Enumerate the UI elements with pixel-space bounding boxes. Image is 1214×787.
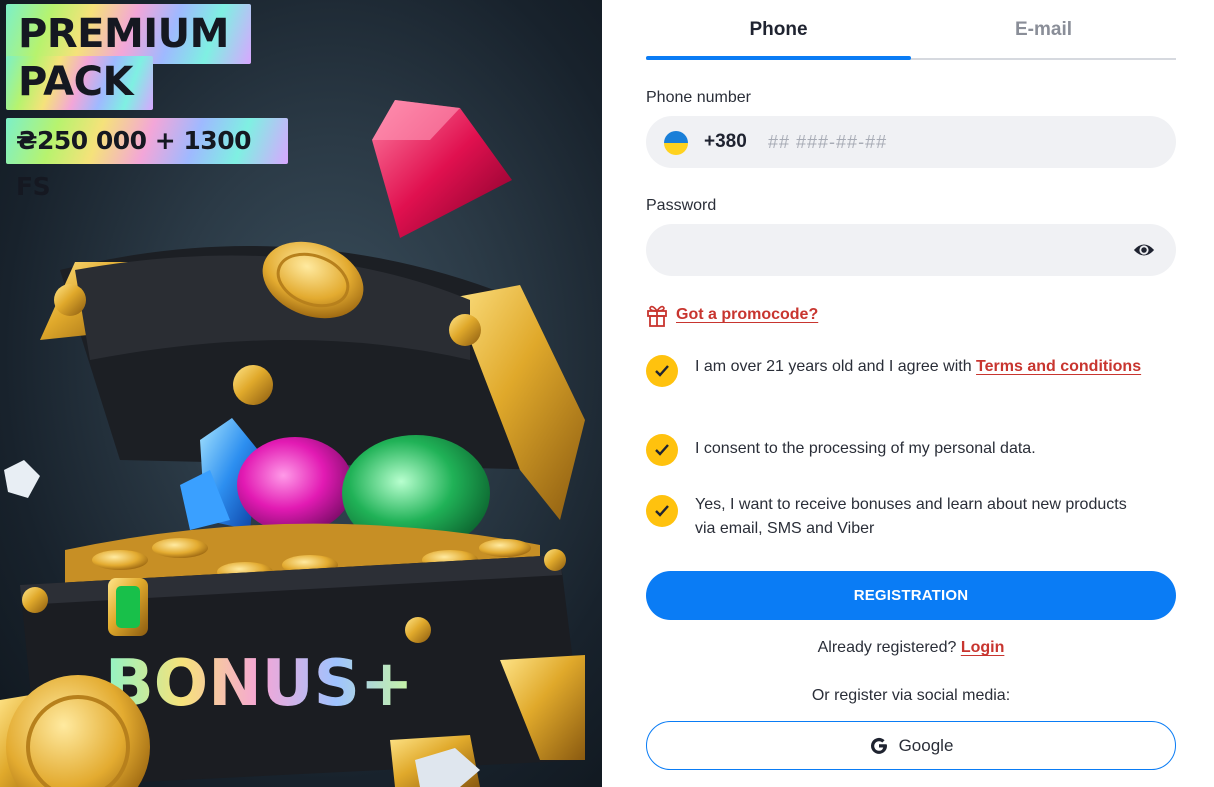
eye-icon[interactable] xyxy=(1133,240,1155,260)
login-prompt: Already registered? Login xyxy=(646,639,1176,657)
tab-phone[interactable]: Phone xyxy=(646,0,911,60)
checkmark-icon xyxy=(655,444,669,456)
ukraine-flag-icon[interactable] xyxy=(664,131,688,155)
registration-button[interactable]: REGISTRATION xyxy=(646,571,1176,620)
password-field xyxy=(646,224,1176,276)
promocode-label[interactable]: Got a promocode? xyxy=(676,306,818,324)
google-label: Google xyxy=(898,735,954,755)
login-prompt-text: Already registered? xyxy=(817,639,961,656)
terms-link[interactable]: Terms and conditions xyxy=(976,358,1141,375)
active-tab-indicator xyxy=(646,56,911,60)
gift-icon xyxy=(647,305,667,327)
password-label: Password xyxy=(646,197,717,214)
consent-text-age: I am over 21 years old and I agree with xyxy=(695,358,977,375)
login-link[interactable]: Login xyxy=(961,639,1005,656)
registration-tabs: Phone E-mail xyxy=(646,0,1176,60)
promo-banner: BONUS+ PREMIUM PACK ₴250 000 + 1300 FS xyxy=(0,0,602,787)
consent-personal-data: I consent to the processing of my person… xyxy=(646,434,1176,466)
pack-badge: PACK xyxy=(6,56,153,110)
google-icon xyxy=(870,737,887,754)
premium-badge: PREMIUM xyxy=(6,4,251,64)
svg-text:BONUS+: BONUS+ xyxy=(105,647,413,721)
consent-checkbox-marketing[interactable] xyxy=(646,495,678,527)
consent-checkbox-personal-data[interactable] xyxy=(646,434,678,466)
consent-marketing: Yes, I want to receive bonuses and learn… xyxy=(646,493,1176,541)
consent-text-marketing: Yes, I want to receive bonuses and learn… xyxy=(695,496,1127,537)
phone-label: Phone number xyxy=(646,89,751,106)
bonus-amount-badge: ₴250 000 + 1300 FS xyxy=(6,118,288,201)
dial-code[interactable]: +380 xyxy=(704,131,747,153)
consent-checkbox-age[interactable] xyxy=(646,355,678,387)
checkmark-icon xyxy=(655,365,669,377)
promocode-link[interactable]: Got a promocode? xyxy=(646,303,818,327)
social-register-label: Or register via social media: xyxy=(811,687,1011,704)
google-register-button[interactable]: Google xyxy=(646,721,1176,770)
password-input[interactable] xyxy=(668,234,1108,266)
registration-form: Phone E-mail Phone number +380 Password … xyxy=(646,0,1176,787)
consent-age-terms: I am over 21 years old and I agree with … xyxy=(646,355,1176,387)
phone-input[interactable] xyxy=(768,126,1148,158)
checkmark-icon xyxy=(655,505,669,517)
phone-field: +380 xyxy=(646,116,1176,168)
tab-email[interactable]: E-mail xyxy=(911,0,1176,60)
consent-text-personal-data: I consent to the processing of my person… xyxy=(695,440,1036,457)
